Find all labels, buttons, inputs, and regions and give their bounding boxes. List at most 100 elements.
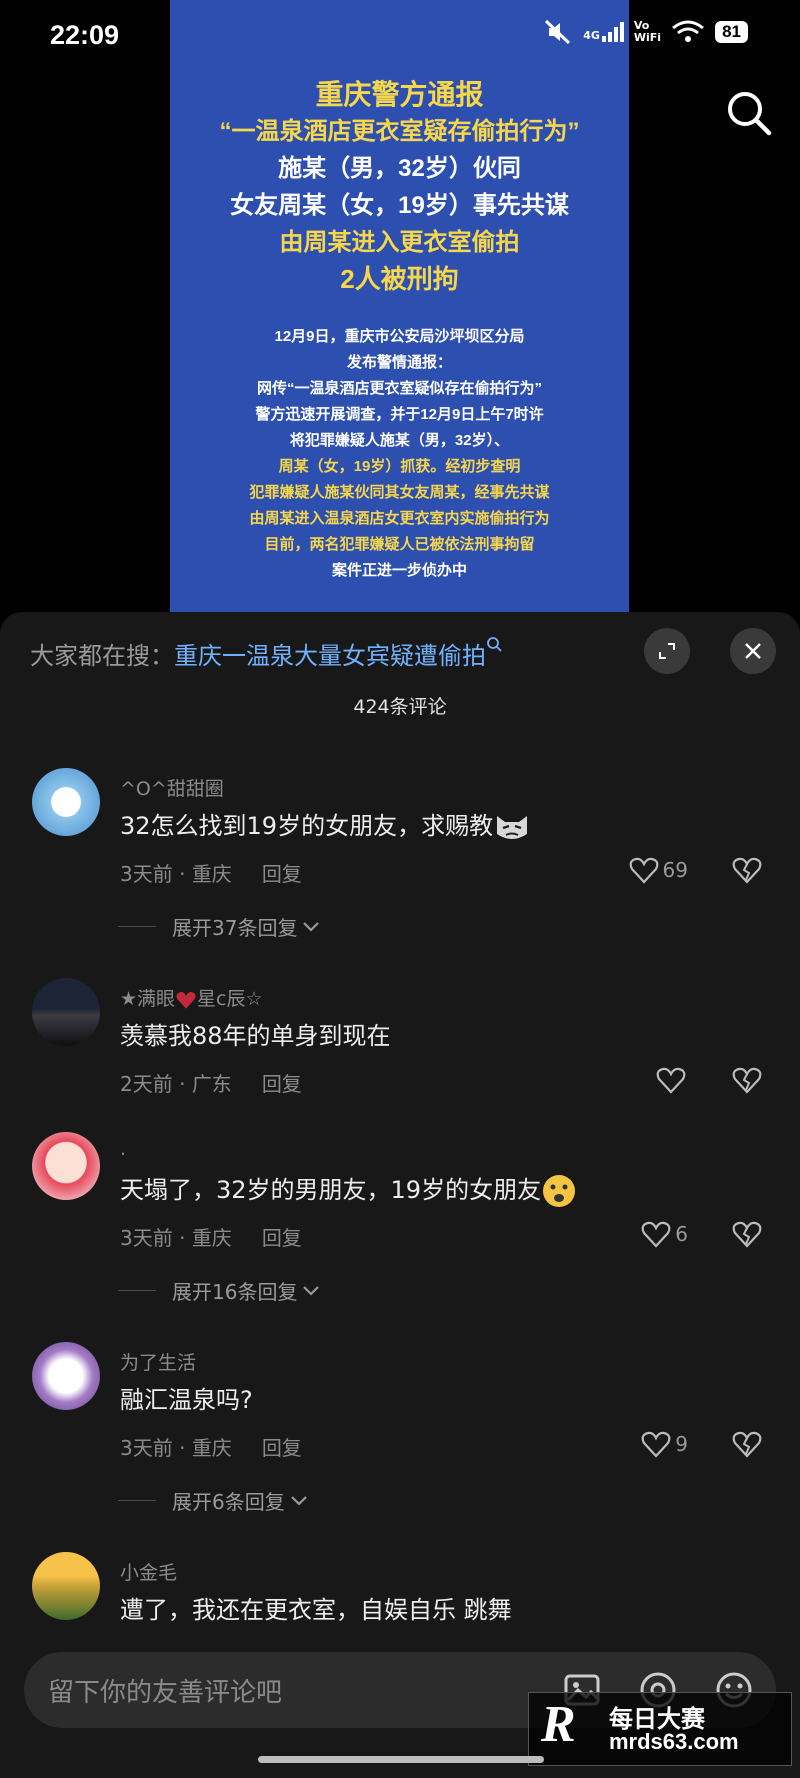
comment-username[interactable]: 小金毛 bbox=[120, 1558, 177, 1585]
comment-text: 32怎么找到19岁的女朋友，求赐教 bbox=[120, 806, 531, 844]
hot-search[interactable]: 大家都在搜：重庆一温泉大量女宾疑遭偷拍 bbox=[30, 636, 502, 671]
divider-line bbox=[118, 1500, 156, 1501]
shush-face-emoji-icon bbox=[543, 1175, 576, 1207]
chevron-down-icon bbox=[290, 1495, 307, 1506]
heart-filled-icon bbox=[176, 991, 196, 1009]
video-body-text: 12月9日，重庆市公安局沙坪坝区分局 发布警情通报： 网传“一温泉酒店更衣室疑似… bbox=[170, 324, 629, 584]
broken-heart-icon[interactable] bbox=[732, 856, 762, 884]
comment-time: 3天前 bbox=[120, 862, 173, 886]
headline-line: 重庆警方通报 bbox=[315, 79, 484, 110]
signal-icon bbox=[601, 22, 624, 42]
avatar[interactable] bbox=[32, 978, 100, 1046]
broken-heart-icon[interactable] bbox=[732, 1430, 762, 1458]
headline-line: 2人被刑拘 bbox=[340, 264, 459, 294]
expand-replies-label: 展开6条回复 bbox=[172, 1490, 285, 1514]
mute-icon bbox=[545, 19, 571, 45]
divider-line bbox=[118, 926, 156, 927]
like-count: 69 bbox=[662, 858, 688, 882]
search-small-icon bbox=[487, 637, 502, 652]
like-count: 6 bbox=[675, 1222, 688, 1246]
comment-input-placeholder[interactable]: 留下你的友善评论吧 bbox=[48, 1672, 282, 1709]
close-button[interactable] bbox=[730, 628, 776, 674]
watermark-logo: R bbox=[541, 1696, 576, 1753]
avatar[interactable] bbox=[32, 1342, 100, 1410]
like-button[interactable]: 69 bbox=[629, 856, 688, 884]
home-indicator[interactable] bbox=[258, 1756, 544, 1763]
comment-item: . 天塌了，32岁的男朋友，19岁的女朋友 3天前 · 重庆 回复 6 展开16条… bbox=[0, 1132, 800, 1312]
comment-text: 融汇温泉吗? bbox=[120, 1386, 253, 1414]
comment-text: 遭了，我还在更衣室，自娱自乐 跳舞 bbox=[120, 1596, 512, 1624]
headline-line: “一温泉酒店更衣室疑存偷拍行为” bbox=[219, 118, 580, 145]
broken-heart-icon[interactable] bbox=[732, 1220, 762, 1248]
comment-item: 为了生活 融汇温泉吗? 3天前 · 重庆 回复 9 展开6条回复 bbox=[0, 1342, 800, 1522]
battery-indicator: 81 bbox=[715, 21, 748, 43]
body-line: 网传“一温泉酒店更衣室疑似存在偷拍行为” bbox=[256, 380, 542, 397]
comment-count: 424条评论 bbox=[353, 696, 447, 718]
headline-line: 施某（男，32岁）伙同 bbox=[278, 155, 521, 182]
body-line: 案件正进一步侦办中 bbox=[331, 562, 467, 579]
body-line: 由周某进入温泉酒店女更衣室内实施偷拍行为 bbox=[249, 510, 550, 527]
body-line: 目前，两名犯罪嫌疑人已被依法刑事拘留 bbox=[264, 536, 535, 553]
comment-item: 小金毛 遭了，我还在更衣室，自娱自乐 跳舞 bbox=[0, 1552, 800, 1642]
comment-text-content: 天塌了，32岁的男朋友，19岁的女朋友 bbox=[120, 1176, 542, 1204]
avatar[interactable] bbox=[32, 768, 100, 836]
comment-text-content: 32怎么找到19岁的女朋友，求赐教 bbox=[120, 812, 494, 840]
comment-item: ★满眼 星c辰☆ 羡慕我88年的单身到现在 2天前 · 广东 回复 bbox=[0, 978, 800, 1098]
comment-location: 重庆 bbox=[191, 1436, 232, 1460]
like-button[interactable]: 9 bbox=[641, 1430, 688, 1458]
reply-button[interactable]: 回复 bbox=[262, 1226, 302, 1250]
hot-search-label: 大家都在搜： bbox=[30, 642, 174, 670]
username-part: 星c辰☆ bbox=[197, 988, 263, 1010]
username-part: ★满眼 bbox=[120, 988, 176, 1010]
reply-button[interactable]: 回复 bbox=[262, 1072, 302, 1096]
search-icon[interactable] bbox=[724, 88, 774, 138]
status-time: 22:09 bbox=[50, 20, 120, 50]
reply-button[interactable]: 回复 bbox=[262, 862, 302, 886]
close-icon bbox=[745, 643, 761, 659]
body-line: 发布警情通报： bbox=[346, 354, 452, 371]
divider-line bbox=[118, 1290, 156, 1291]
heart-icon bbox=[656, 1067, 686, 1094]
body-line: 将犯罪嫌疑人施某（男，32岁）、 bbox=[289, 432, 510, 449]
avatar[interactable] bbox=[32, 1132, 100, 1200]
heart-icon bbox=[641, 1221, 671, 1248]
comment-username[interactable]: ^O^甜甜圈 bbox=[120, 774, 224, 801]
comment-time: 3天前 bbox=[120, 1436, 173, 1460]
comment-meta: 3天前 · 重庆 回复 bbox=[120, 1226, 302, 1250]
watermark-overlay: R 每日大赛 mrds63.com bbox=[528, 1692, 792, 1766]
headline-line: 由周某进入更衣室偷拍 bbox=[279, 229, 520, 256]
expand-replies[interactable]: 展开37条回复 bbox=[118, 912, 321, 941]
comment-username[interactable]: . bbox=[120, 1138, 126, 1160]
like-button[interactable]: 6 bbox=[641, 1220, 688, 1248]
comment-text: 天塌了，32岁的男朋友，19岁的女朋友 bbox=[120, 1170, 577, 1209]
comment-item: ^O^甜甜圈 32怎么找到19岁的女朋友，求赐教 3天前 · 重庆 回复 69 展… bbox=[0, 768, 800, 948]
like-button[interactable] bbox=[656, 1066, 690, 1094]
comment-username[interactable]: 为了生活 bbox=[120, 1348, 196, 1375]
video-headline: 重庆警方通报 “一温泉酒店更衣室疑存偷拍行为” 施某（男，32岁）伙同 女友周某… bbox=[170, 76, 629, 298]
comment-username[interactable]: ★满眼 星c辰☆ bbox=[120, 984, 263, 1011]
comment-time: 2天前 bbox=[120, 1072, 173, 1096]
signal-4g: 4G bbox=[583, 22, 624, 42]
expand-replies-label: 展开16条回复 bbox=[172, 1280, 298, 1304]
comment-time: 3天前 bbox=[120, 1226, 173, 1250]
comment-location: 重庆 bbox=[191, 862, 232, 886]
comment-text: 羡慕我88年的单身到现在 bbox=[120, 1022, 391, 1050]
hot-search-keyword[interactable]: 重庆一温泉大量女宾疑遭偷拍 bbox=[174, 642, 486, 670]
reply-button[interactable]: 回复 bbox=[262, 1436, 302, 1460]
cat-emoji-icon bbox=[497, 816, 528, 839]
broken-heart-icon[interactable] bbox=[732, 1066, 762, 1094]
expand-sheet-button[interactable] bbox=[644, 628, 690, 674]
comment-location: 广东 bbox=[191, 1072, 232, 1096]
heart-icon bbox=[629, 857, 658, 884]
expand-replies[interactable]: 展开16条回复 bbox=[118, 1276, 321, 1305]
expand-replies[interactable]: 展开6条回复 bbox=[118, 1486, 309, 1515]
status-bar: 22:09 4G Vo WiFi 81 bbox=[0, 0, 800, 72]
comment-meta: 3天前 · 重庆 回复 bbox=[120, 1436, 302, 1460]
like-count: 9 bbox=[675, 1432, 688, 1456]
avatar[interactable] bbox=[32, 1552, 100, 1620]
comment-meta: 2天前 · 广东 回复 bbox=[120, 1072, 302, 1096]
video-frame[interactable]: 重庆警方通报 “一温泉酒店更衣室疑存偷拍行为” 施某（男，32岁）伙同 女友周某… bbox=[170, 0, 629, 612]
comment-meta: 3天前 · 重庆 回复 bbox=[120, 862, 302, 886]
chevron-down-icon bbox=[303, 921, 320, 932]
status-icons: 4G Vo WiFi 81 bbox=[543, 18, 748, 46]
